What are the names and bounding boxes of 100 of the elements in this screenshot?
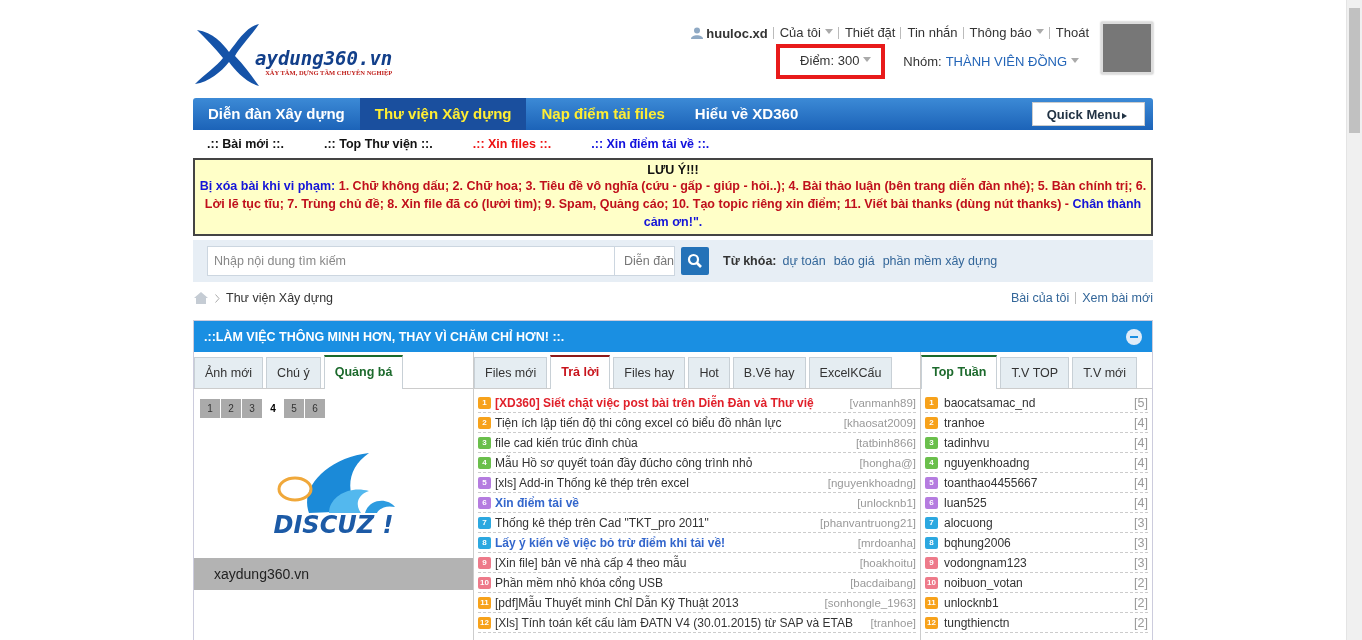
post-count: [4]: [1134, 415, 1148, 430]
keyword-link[interactable]: phần mềm xây dựng: [882, 254, 998, 268]
breadcrumb-action-link[interactable]: Xem bài mới: [1075, 292, 1153, 304]
tab[interactable]: T.V TOP: [1000, 357, 1070, 388]
tab[interactable]: Hot: [688, 357, 730, 388]
logo-text: aydung360.vn: [255, 47, 393, 69]
rank-badge: 11: [478, 596, 491, 609]
home-icon[interactable]: [193, 291, 209, 305]
post-count: [2]: [1134, 615, 1148, 630]
user-link[interactable]: baocatsamac_nd: [944, 395, 1129, 410]
user-menu-link[interactable]: Thoát: [1048, 27, 1089, 39]
thread-link[interactable]: Lấy ý kiến về việc bỏ trừ điểm khi tải về!: [495, 535, 854, 550]
post-count: [3]: [1134, 555, 1148, 570]
page-link[interactable]: 1: [200, 399, 220, 418]
banner-caption: xaydung360.vn: [194, 558, 473, 590]
tab[interactable]: Files hay: [613, 357, 686, 388]
scrollbar[interactable]: [1346, 0, 1362, 640]
tab[interactable]: B.Vẽ hay: [732, 357, 806, 388]
thread-link[interactable]: [Xls] Tính toán kết cấu làm ĐATN V4 (30.01.2015) từ SAP và ETAB: [495, 615, 867, 630]
thread-link[interactable]: Mẫu Hồ sơ quyết toán đầy đúcho công trình nhỏ: [495, 455, 856, 470]
tab[interactable]: Quảng bá: [323, 355, 404, 389]
nav-tab[interactable]: Diễn đàn Xây dựng: [193, 98, 360, 130]
user-link[interactable]: vodongnam123: [944, 555, 1129, 570]
search-scope-dropdown[interactable]: Diễn đàn: [615, 246, 675, 276]
nav-tab[interactable]: Hiểu về XD360: [679, 98, 814, 130]
page-link[interactable]: 3: [242, 399, 262, 418]
scrollbar-thumb[interactable]: [1349, 8, 1360, 133]
post-count: [2]: [1134, 575, 1148, 590]
user-link[interactable]: tungthienctn: [944, 615, 1129, 630]
keyword-link[interactable]: báo giá: [833, 254, 875, 268]
tab[interactable]: Files mới: [474, 357, 548, 388]
search-field[interactable]: Nhập nội dung tìm kiếm: [207, 246, 615, 276]
thread-link[interactable]: [xls] Add-in Thống kê thép trên excel: [495, 475, 824, 490]
rank-badge: 6: [925, 496, 938, 509]
rank-badge: 4: [478, 456, 491, 469]
group-link[interactable]: THÀNH VIÊN ĐỒNG: [945, 54, 1079, 69]
thread-link[interactable]: Xin điểm tải về: [495, 495, 854, 510]
user-link[interactable]: noibuon_votan: [944, 575, 1129, 590]
keyword-link[interactable]: dự toán: [782, 254, 826, 268]
thread-link[interactable]: Thống kê thép trên Cad "TKT_pro 2011": [495, 515, 817, 530]
tab[interactable]: T.V mới: [1072, 357, 1138, 388]
thread-link[interactable]: [pdf]Mẫu Thuyết minh Chỉ Dẫn Kỹ Thuật 2013: [495, 595, 821, 610]
search-button[interactable]: [681, 247, 709, 275]
user-link[interactable]: tadinhvu: [944, 435, 1129, 450]
user-link[interactable]: nguyenkhoadng: [944, 455, 1129, 470]
rank-badge: 12: [478, 616, 491, 629]
notice-text: Bị xóa bài khi vi phạm: 1. Chữ không dấu; 2. Chữ hoa; 3. Tiêu đề vô nghĩa (cứu - gấp - giúp - hỏi..); 4. Bài thảo luận (bên trang diễn đàn nhé); 5. Bàn chính trị; 6. Lời lẽ tục tĩu; 7. Trùng chủ đề; 8. Xin file đã có (lười tìm); 9. Spam, Quảng cáo; 10. Tạo topic riêng xin điểm; 11. Viết bài thanks (dùng nút thanks) - Chân thành cảm ơn!".: [199, 177, 1147, 231]
thread-link[interactable]: Phần mềm nhỏ khóa cổng USB: [495, 575, 847, 590]
user-menu-link[interactable]: Thiết đặt: [837, 27, 896, 39]
breadcrumb-link[interactable]: Thư viện Xây dựng: [226, 291, 334, 305]
thread-link[interactable]: [Xin file] bản vẽ nhà cấp 4 theo mẫu: [495, 555, 856, 570]
points-menu[interactable]: Điểm: 300: [776, 44, 886, 79]
post-count: [4]: [1134, 455, 1148, 470]
quick-menu-button[interactable]: Quick Menu: [1032, 102, 1145, 126]
thread-link[interactable]: [XD360] Siết chặt việc post bài trên Diễn Đàn và Thư việ: [495, 395, 846, 410]
quick-link[interactable]: .:: Bài mới ::.: [207, 137, 284, 151]
rank-badge: 2: [478, 416, 491, 429]
user-link[interactable]: unlocknb1: [944, 595, 1129, 610]
rank-badge: 3: [478, 436, 491, 449]
tab[interactable]: Chú ý: [266, 357, 321, 388]
rank-badge: 1: [925, 396, 938, 409]
username-link[interactable]: huuloc.xd: [706, 25, 768, 41]
user-menu-link[interactable]: Tin nhắn: [900, 27, 958, 39]
tab[interactable]: Top Tuần: [921, 355, 998, 389]
post-count: [5]: [1134, 395, 1148, 410]
quick-link[interactable]: .:: Xin điểm tải về ::.: [591, 137, 710, 151]
page-link[interactable]: 5: [284, 399, 304, 418]
page-link[interactable]: 2: [221, 399, 241, 418]
rank-badge: 7: [925, 516, 938, 529]
rank-badge: 4: [925, 456, 938, 469]
rank-badge: 6: [478, 496, 491, 509]
user-link[interactable]: alocuong: [944, 515, 1129, 530]
quick-link[interactable]: .:: Top Thư viện ::.: [323, 137, 433, 151]
nav-tab[interactable]: Thư viện Xây dựng: [359, 98, 527, 130]
user-link[interactable]: tranhoe: [944, 415, 1129, 430]
group-label: Nhóm:: [903, 54, 942, 69]
avatar-photo-placeholder[interactable]: [1101, 22, 1153, 74]
user-link[interactable]: luan525: [944, 495, 1129, 510]
tab[interactable]: Trả lời: [550, 355, 611, 389]
nav-tab[interactable]: Nạp điểm tải files: [526, 98, 680, 130]
rank-badge: 3: [925, 436, 938, 449]
tab[interactable]: Ảnh mới: [194, 357, 264, 388]
page-link[interactable]: 6: [305, 399, 325, 418]
thread-link[interactable]: file cad kiến trúc đình chùa: [495, 435, 852, 450]
post-count: [3]: [1134, 515, 1148, 530]
keywords-label: Từ khóa:: [723, 254, 777, 268]
thread-link[interactable]: Tiện ích lập tiến độ thi công excel có biểu đồ nhân lực: [495, 415, 840, 430]
user-link[interactable]: toanthao4455667: [944, 475, 1129, 490]
breadcrumb-action-link[interactable]: Bài của tôi: [1010, 291, 1070, 305]
tab[interactable]: ExcelKCấu: [808, 357, 893, 388]
quick-link[interactable]: .:: Xin files ::.: [472, 137, 552, 151]
post-count: [3]: [1134, 535, 1148, 550]
panel-title: .::LÀM VIỆC THÔNG MINH HƠN, THAY VÌ CHĂM CHỈ HƠN! ::.: [204, 329, 565, 344]
banner-logo[interactable]: DISCUZ !: [268, 447, 399, 539]
user-link[interactable]: bqhung2006: [944, 535, 1129, 550]
user-menu-link[interactable]: Của tôi: [772, 27, 833, 39]
collapse-icon[interactable]: [1126, 328, 1142, 345]
user-menu-link[interactable]: Thông báo: [962, 27, 1044, 39]
rank-badge: 5: [478, 476, 491, 489]
post-count: [4]: [1134, 435, 1148, 450]
